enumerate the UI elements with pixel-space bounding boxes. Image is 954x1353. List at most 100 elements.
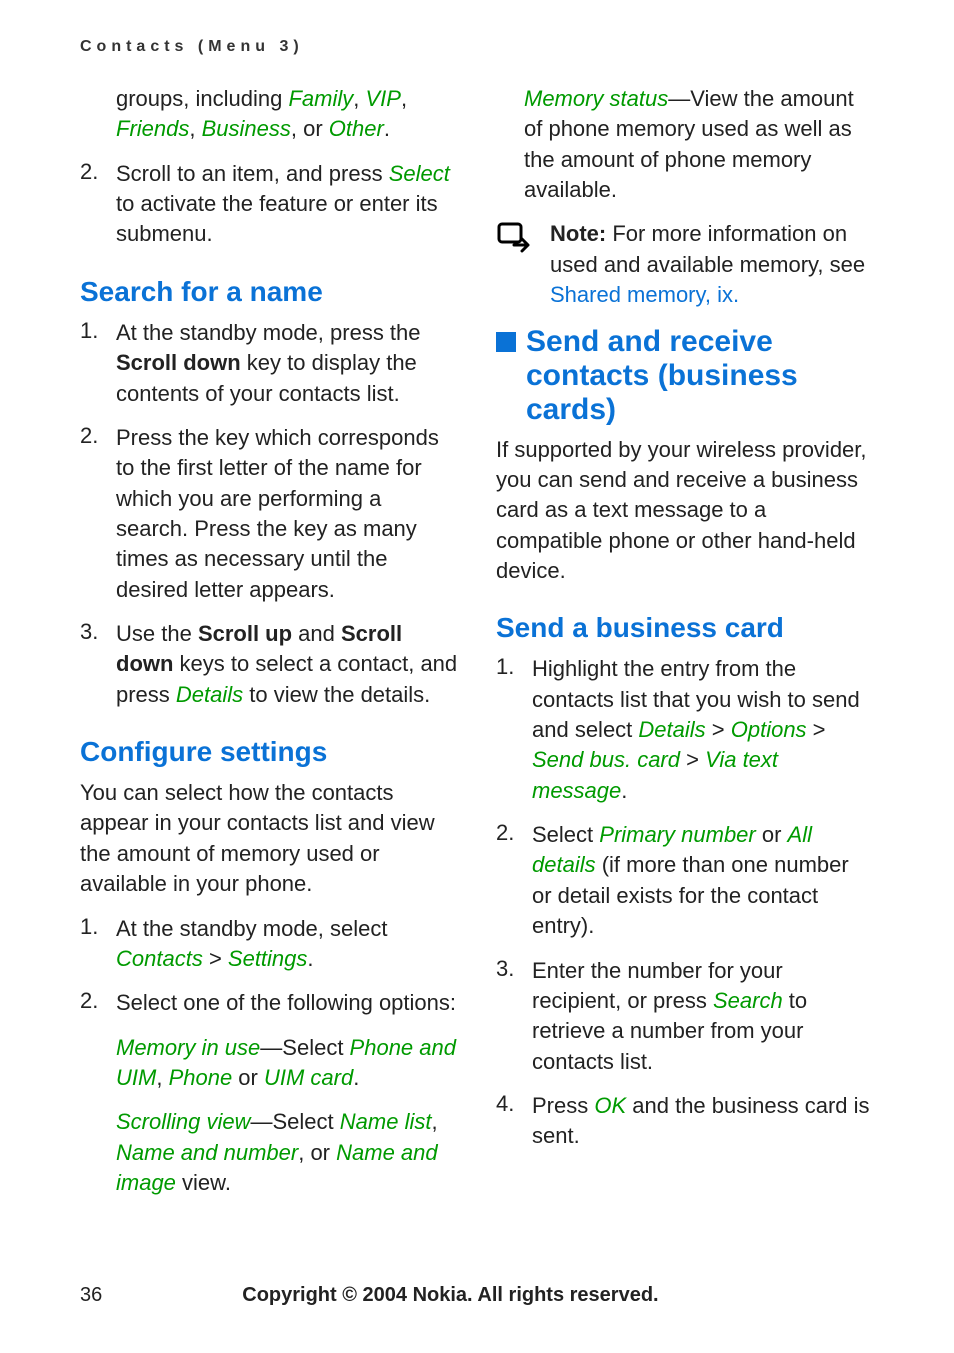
list-item: 1. Highlight the entry from the contacts… <box>496 654 874 806</box>
memory-status-option: Memory status—View the amount of phone m… <box>524 84 874 205</box>
text: , or <box>298 1140 336 1165</box>
heading-send-card: Send a business card <box>496 612 874 644</box>
list-item: 1. At the standby mode, press the Scroll… <box>80 318 458 409</box>
text: Press <box>532 1093 594 1118</box>
text-other: Other <box>329 116 384 141</box>
text: At the standby mode, select <box>116 916 388 941</box>
right-column: Memory status—View the amount of phone m… <box>496 84 874 1212</box>
text: , or <box>291 116 329 141</box>
text-ok: OK <box>594 1093 626 1118</box>
text: , <box>431 1109 437 1134</box>
text-family: Family <box>288 86 353 111</box>
list-item: 2. Select one of the following options: <box>80 988 458 1018</box>
page-footer: 36 Copyright © 2004 Nokia. All rights re… <box>80 1284 874 1307</box>
list-text: Press the key which corresponds to the f… <box>116 423 458 605</box>
text-friends: Friends <box>116 116 189 141</box>
search-list: 1. At the standby mode, press the Scroll… <box>80 318 458 710</box>
list-number: 2. <box>80 988 106 1018</box>
text-business: Business <box>202 116 291 141</box>
text-name-number: Name and number <box>116 1140 298 1165</box>
text: or <box>756 822 788 847</box>
text-memory-in-use: Memory in use <box>116 1035 260 1060</box>
heading-search: Search for a name <box>80 276 458 308</box>
groups-continuation: groups, including Family, VIP, Friends, … <box>116 84 458 145</box>
text: to activate the feature or enter its sub… <box>116 191 438 246</box>
text: > <box>680 747 705 772</box>
note-icon <box>496 219 536 258</box>
list-text: Scroll to an item, and press Select to a… <box>116 159 458 250</box>
running-header: Contacts (Menu 3) <box>80 38 874 56</box>
text-details2: Details <box>638 717 705 742</box>
send-list: 1. Highlight the entry from the contacts… <box>496 654 874 1151</box>
text-send-bus-card: Send bus. card <box>532 747 680 772</box>
scrolling-view-option: Scrolling view—Select Name list, Name an… <box>116 1107 458 1198</box>
list-item: 2. Scroll to an item, and press Select t… <box>80 159 458 250</box>
copyright: Copyright © 2004 Nokia. All rights reser… <box>242 1284 658 1307</box>
left-column: groups, including Family, VIP, Friends, … <box>80 84 458 1212</box>
list-text: Enter the number for your recipient, or … <box>532 956 874 1077</box>
heading-text: Send and receive contacts (business card… <box>526 325 874 427</box>
list-item: 3. Enter the number for your recipient, … <box>496 956 874 1077</box>
list-number: 2. <box>496 820 522 941</box>
list-text: Press OK and the business card is sent. <box>532 1091 874 1152</box>
bold-scroll-up: Scroll up <box>198 621 292 646</box>
text-uim-card: UIM card <box>264 1065 353 1090</box>
text: , <box>401 86 407 111</box>
text-name-list: Name list <box>340 1109 432 1134</box>
memory-in-use-option: Memory in use—Select Phone and UIM, Phon… <box>116 1033 458 1094</box>
list-item: 4. Press OK and the business card is sen… <box>496 1091 874 1152</box>
list-number: 3. <box>80 619 106 710</box>
list-number: 4. <box>496 1091 522 1152</box>
text: . <box>384 116 390 141</box>
section-intro: If supported by your wireless provider, … <box>496 435 874 587</box>
text: view. <box>176 1170 231 1195</box>
text: Use the <box>116 621 198 646</box>
list-number: 2. <box>80 423 106 605</box>
text: to view the details. <box>243 682 430 707</box>
text: Select <box>532 822 599 847</box>
text: > <box>203 946 228 971</box>
text: , <box>189 116 201 141</box>
configure-intro: You can select how the contacts appear i… <box>80 778 458 899</box>
text: At the standby mode, press the <box>116 320 421 345</box>
text-memory-status: Memory status <box>524 86 668 111</box>
list-number: 1. <box>496 654 522 806</box>
list-item: 2. Press the key which corresponds to th… <box>80 423 458 605</box>
heading-configure: Configure settings <box>80 736 458 768</box>
text: > <box>807 717 826 742</box>
text: —Select <box>251 1109 340 1134</box>
note-block: Note: For more information on used and a… <box>496 219 874 310</box>
text: groups, including <box>116 86 288 111</box>
list-text: Select Primary number or All details (if… <box>532 820 874 941</box>
text: , <box>156 1065 168 1090</box>
list-text: Highlight the entry from the contacts li… <box>532 654 874 806</box>
page-number: 36 <box>80 1284 102 1307</box>
square-bullet-icon <box>496 332 516 352</box>
text: . <box>307 946 313 971</box>
text: and <box>292 621 341 646</box>
content-columns: groups, including Family, VIP, Friends, … <box>80 84 874 1212</box>
list-text: At the standby mode, select Contacts > S… <box>116 914 458 975</box>
text-phone: Phone <box>169 1065 233 1090</box>
text-settings: Settings <box>228 946 308 971</box>
list-number: 3. <box>496 956 522 1077</box>
list-item: 3. Use the Scroll up and Scroll down key… <box>80 619 458 710</box>
note-text: Note: For more information on used and a… <box>550 219 874 310</box>
intro-list: 2. Scroll to an item, and press Select t… <box>80 159 458 250</box>
list-number: 1. <box>80 318 106 409</box>
list-text: Select one of the following options: <box>116 988 456 1018</box>
text-options: Options <box>731 717 807 742</box>
list-text: Use the Scroll up and Scroll down keys t… <box>116 619 458 710</box>
bold-scroll-down: Scroll down <box>116 350 241 375</box>
text: . <box>353 1065 359 1090</box>
text-details: Details <box>176 682 243 707</box>
list-number: 1. <box>80 914 106 975</box>
text-scrolling-view: Scrolling view <box>116 1109 251 1134</box>
list-number: 2. <box>80 159 106 250</box>
link-shared-memory[interactable]: Shared memory, ix. <box>550 282 739 307</box>
heading-send-receive: Send and receive contacts (business card… <box>496 325 874 427</box>
list-item: 2. Select Primary number or All details … <box>496 820 874 941</box>
text-search: Search <box>713 988 783 1013</box>
text-select: Select <box>389 161 450 186</box>
text: . <box>621 778 627 803</box>
